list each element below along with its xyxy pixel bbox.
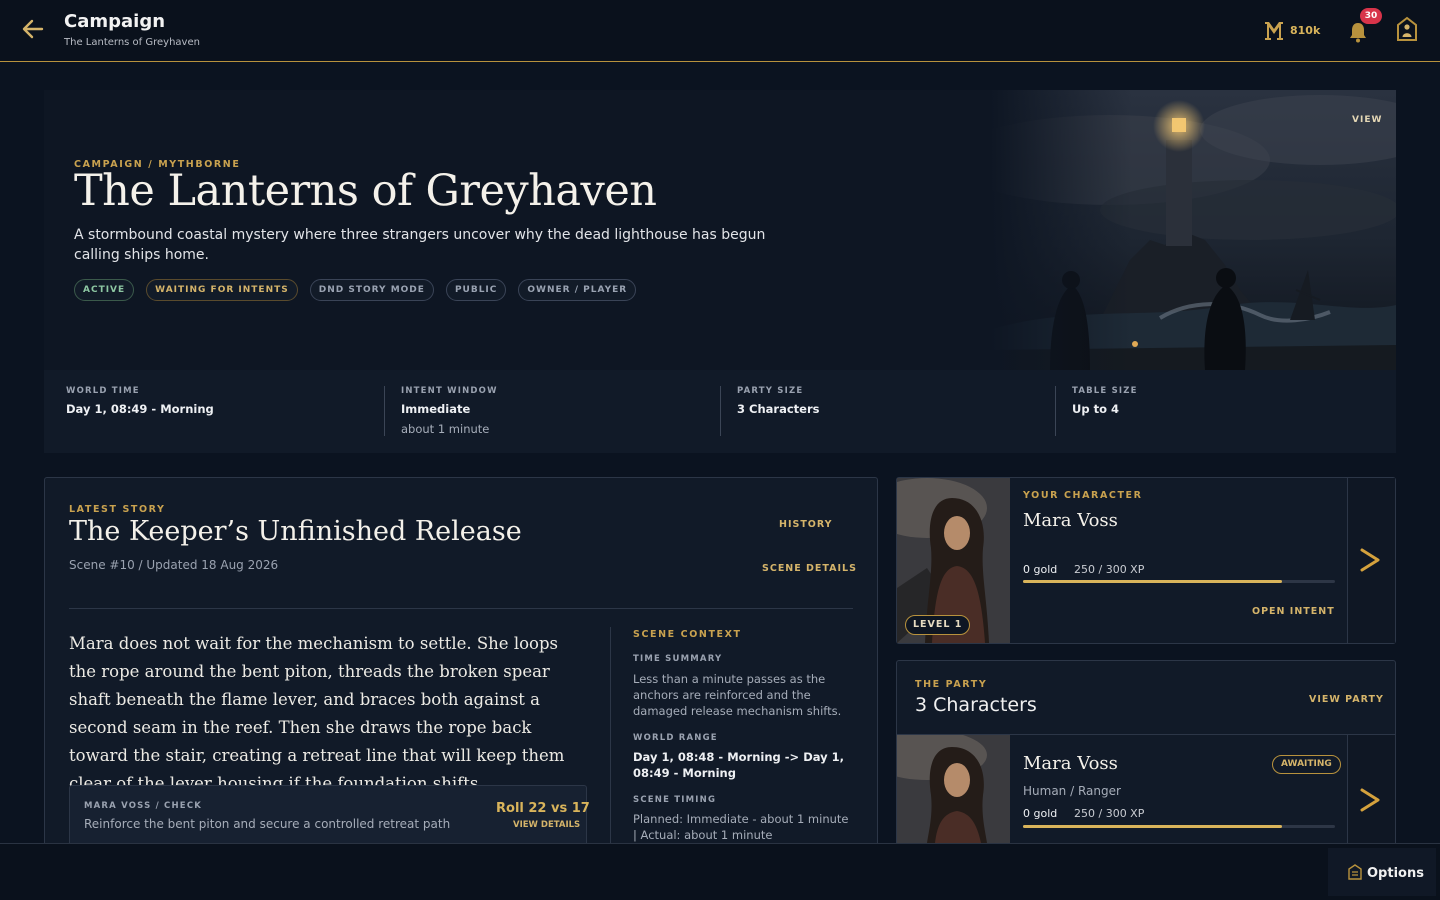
scene-details-link[interactable]: SCENE DETAILS <box>762 563 857 574</box>
stat-label: INTENT WINDOW <box>401 386 498 396</box>
xp-progress-fill <box>1023 580 1282 583</box>
character-gold: 0 gold <box>1023 563 1058 576</box>
check-description: Reinforce the bent piton and secure a co… <box>84 817 451 831</box>
check-label: MARA VOSS / CHECK <box>84 801 203 811</box>
world-range: Day 1, 08:48 - Morning -> Day 1, 08:49 -… <box>633 750 845 780</box>
stat-value: Up to 4 <box>1072 402 1119 416</box>
notification-badge: 30 <box>1360 8 1382 24</box>
xp-progress-bar <box>1023 825 1335 828</box>
world-range-label: WORLD RANGE <box>633 733 718 743</box>
level-badge: LEVEL 1 <box>905 615 971 635</box>
stat-label: TABLE SIZE <box>1072 386 1138 396</box>
stat-divider <box>720 386 721 436</box>
time-summary-label: TIME SUMMARY <box>633 654 723 664</box>
page-subtitle: The Lanterns of Greyhaven <box>64 37 200 48</box>
story-kicker: LATEST STORY <box>69 504 166 515</box>
tag-waiting-for-intents: WAITING FOR INTENTS <box>146 279 298 301</box>
mythborne-currency-icon <box>1265 22 1283 40</box>
stat-value: 3 Characters <box>737 402 820 416</box>
status-badge: AWAITING <box>1272 755 1341 774</box>
campaign-tags: ACTIVE WAITING FOR INTENTS DND STORY MOD… <box>74 279 637 301</box>
campaign-description: A stormbound coastal mystery where three… <box>74 227 766 263</box>
lighthouse-cover-image <box>990 90 1396 370</box>
tag-public: PUBLIC <box>445 279 507 301</box>
character-name: Mara Voss <box>1023 510 1118 531</box>
view-details-link[interactable]: VIEW DETAILS <box>513 820 580 830</box>
xp-progress-fill <box>1023 825 1282 828</box>
story-meta: Scene #10 / Updated 18 Aug 2026 <box>69 558 279 572</box>
party-count: 3 Characters <box>915 694 1037 716</box>
scene-timing-label: SCENE TIMING <box>633 795 717 805</box>
stat-value: Immediate <box>401 402 471 416</box>
scene-timing-planned: Planned: Immediate - about 1 minute <box>633 812 849 826</box>
party-member-race-class: Human / Ranger <box>1023 784 1121 798</box>
story-title: The Keeper’s Unfinished Release <box>69 516 522 547</box>
tag-active: ACTIVE <box>74 279 135 301</box>
stat-world-time: WORLD TIME Day 1, 08:49 - Morning <box>66 386 214 416</box>
stat-divider <box>1055 386 1056 436</box>
options-icon <box>1348 864 1362 880</box>
story-body: Mara does not wait for the mechanism to … <box>69 634 565 793</box>
guild-hall-icon[interactable] <box>1394 16 1420 42</box>
stat-intent-window: INTENT WINDOW Immediate about 1 minute <box>401 386 498 436</box>
options-label: Options <box>1367 866 1424 881</box>
chevron-right-icon[interactable] <box>1358 786 1382 814</box>
scene-timing-actual: | Actual: about 1 minute <box>633 828 773 842</box>
bottom-bar <box>0 843 1440 900</box>
tag-story-mode: DND STORY MODE <box>309 279 434 301</box>
stat-sub: about 1 minute <box>401 422 490 436</box>
stat-value: Day 1, 08:49 - Morning <box>66 402 214 416</box>
time-summary: Less than a minute passes as the anchors… <box>633 672 842 718</box>
scene-context-kicker: SCENE CONTEXT <box>633 629 742 640</box>
chevron-right-icon[interactable] <box>1358 546 1382 574</box>
roll-result: Roll 22 vs 17 <box>496 801 590 816</box>
campaign-title: The Lanterns of Greyhaven <box>74 166 657 216</box>
xp-progress-bar <box>1023 580 1335 583</box>
currency-value: 810k <box>1290 24 1321 37</box>
page-title: Campaign <box>64 11 166 32</box>
party-member-portrait <box>897 735 1010 843</box>
party-member-gold: 0 gold <box>1023 807 1058 820</box>
your-character-kicker: YOUR CHARACTER <box>1023 490 1143 501</box>
history-link[interactable]: HISTORY <box>779 519 833 530</box>
party-member-name: Mara Voss <box>1023 753 1118 774</box>
character-xp: 250 / 300 XP <box>1074 563 1145 576</box>
party-kicker: THE PARTY <box>915 679 988 690</box>
campaign-stats: WORLD TIME Day 1, 08:49 - Morning INTENT… <box>44 370 1396 453</box>
view-cover-link[interactable]: VIEW <box>1352 115 1382 125</box>
divider <box>610 627 611 847</box>
stat-label: WORLD TIME <box>66 386 140 396</box>
top-bar <box>0 0 1440 62</box>
stat-divider <box>384 386 385 436</box>
back-arrow-icon[interactable] <box>20 16 46 42</box>
view-party-link[interactable]: VIEW PARTY <box>1309 694 1384 705</box>
party-member-xp: 250 / 300 XP <box>1074 807 1145 820</box>
stat-party-size: PARTY SIZE 3 Characters <box>737 386 819 416</box>
tag-role: OWNER / PLAYER <box>518 279 637 301</box>
stat-table-size: TABLE SIZE Up to 4 <box>1072 386 1138 416</box>
divider <box>69 608 853 609</box>
stat-label: PARTY SIZE <box>737 386 804 396</box>
open-intent-link[interactable]: OPEN INTENT <box>1252 606 1335 617</box>
